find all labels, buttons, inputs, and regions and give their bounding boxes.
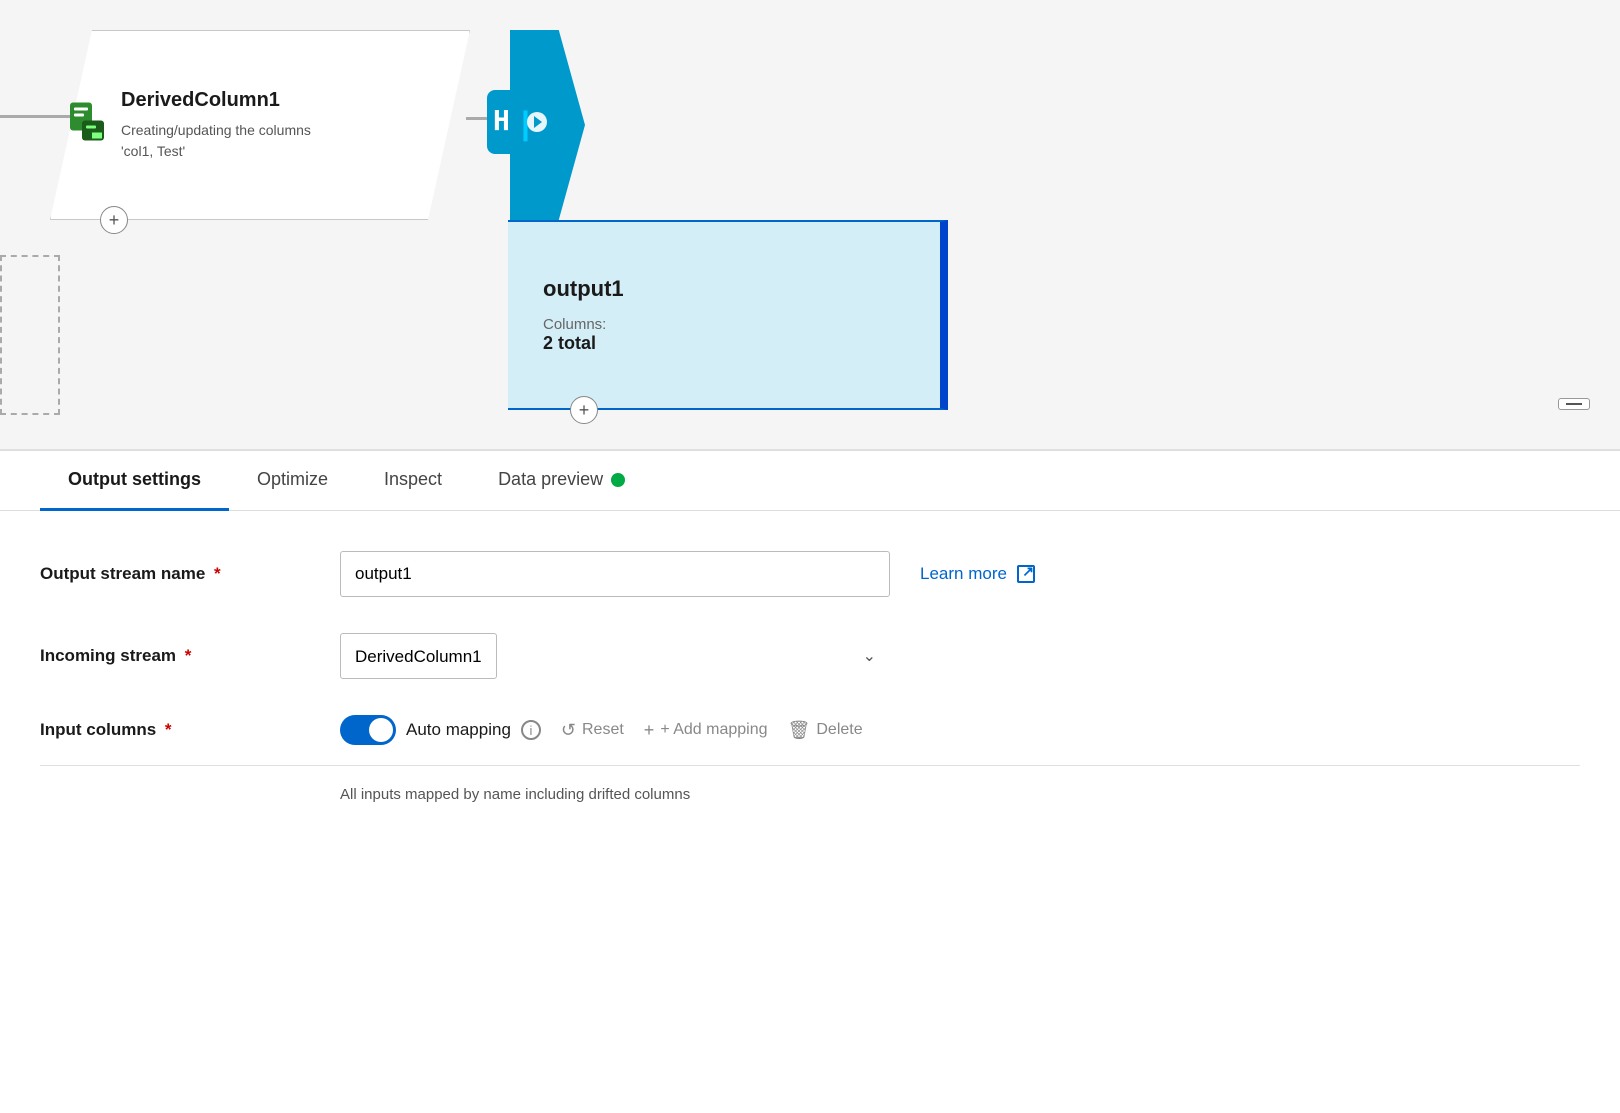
derived-column-shape: DerivedColumn1 Creating/updating the col…	[50, 30, 470, 220]
incoming-stream-select-wrapper: DerivedColumn1 ⌄	[340, 633, 890, 679]
auto-mapping-toggle[interactable]	[340, 715, 396, 745]
transform-icon[interactable]: H |	[485, 88, 553, 161]
reset-button[interactable]: ↺ Reset	[561, 720, 624, 741]
svg-text:H: H	[493, 104, 510, 137]
output-node-body: output1 Columns: 2 total	[508, 220, 948, 410]
derived-column-icon	[68, 101, 106, 150]
reset-icon: ↺	[561, 720, 576, 741]
canvas-area: DerivedColumn1 Creating/updating the col…	[0, 0, 1620, 450]
incoming-stream-row: Incoming stream * DerivedColumn1 ⌄	[40, 633, 1580, 679]
auto-mapping-info-icon[interactable]: i	[521, 720, 541, 740]
output-node[interactable]: output1 Columns: 2 total +	[510, 30, 948, 410]
derived-column-desc: Creating/updating the columns'col1, Test…	[121, 120, 419, 162]
incoming-stream-select[interactable]: DerivedColumn1	[340, 633, 497, 679]
output-stream-name-row: Output stream name * Learn more ↗	[40, 551, 1580, 597]
mapping-hint: All inputs mapped by name including drif…	[340, 786, 1580, 803]
delete-mapping-button[interactable]: 🗑 Delete	[788, 720, 863, 741]
chevron-down-icon: ⌄	[863, 646, 876, 666]
zoom-out-button[interactable]	[1558, 398, 1590, 410]
output-stream-name-input[interactable]	[340, 551, 890, 597]
settings-content: Output stream name * Learn more ↗ Incomi…	[0, 511, 1620, 843]
tab-inspect[interactable]: Inspect	[356, 451, 470, 511]
add-input-button[interactable]: +	[100, 206, 128, 234]
output-node-title: output1	[543, 276, 905, 302]
divider	[40, 765, 1580, 766]
input-columns-label: Input columns *	[40, 720, 340, 740]
add-output-button[interactable]: +	[570, 396, 598, 424]
add-mapping-button[interactable]: + + Add mapping	[644, 720, 768, 741]
output-columns-label: Columns:	[543, 316, 905, 333]
output-columns-value: 2 total	[543, 333, 905, 354]
auto-mapping-label: Auto mapping	[406, 720, 511, 740]
input-columns-row: Input columns * Auto mapping i ↺ Reset +…	[40, 715, 1580, 745]
external-link-icon: ↗	[1017, 565, 1035, 583]
incoming-stream-label: Incoming stream *	[40, 646, 340, 666]
delete-icon: 🗑	[788, 720, 811, 741]
output-stream-name-label: Output stream name *	[40, 564, 340, 584]
tabs-bar: Output settings Optimize Inspect Data pr…	[0, 451, 1620, 511]
data-preview-dot	[611, 473, 625, 487]
minus-icon	[1566, 403, 1582, 405]
tab-optimize[interactable]: Optimize	[229, 451, 356, 511]
toggle-knob	[369, 718, 393, 742]
add-mapping-icon: +	[644, 720, 655, 741]
tab-data-preview[interactable]: Data preview	[470, 451, 653, 511]
selection-box	[0, 255, 60, 415]
derived-column-node[interactable]: DerivedColumn1 Creating/updating the col…	[50, 30, 470, 220]
tab-output-settings[interactable]: Output settings	[40, 451, 229, 511]
learn-more-link[interactable]: Learn more ↗	[920, 564, 1035, 584]
derived-column-title: DerivedColumn1	[121, 89, 419, 112]
bottom-panel: Output settings Optimize Inspect Data pr…	[0, 450, 1620, 1113]
